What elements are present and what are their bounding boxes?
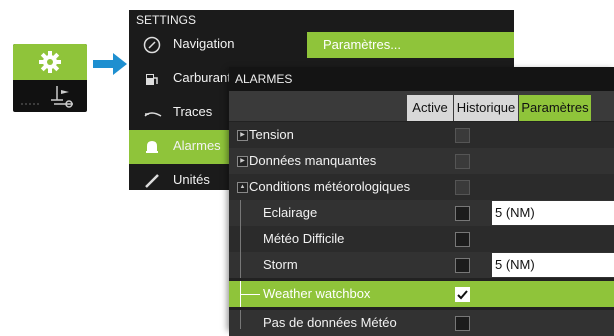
settings-tile[interactable] bbox=[13, 44, 87, 112]
arrow-right-icon bbox=[93, 53, 127, 75]
alarm-label: Tension bbox=[249, 127, 294, 142]
alarm-checkbox-checked[interactable] bbox=[455, 287, 470, 302]
alarm-label: Eclairage bbox=[263, 205, 318, 220]
alarms-title: ALARMES bbox=[235, 72, 293, 86]
tab-parameters[interactable]: Paramètres bbox=[519, 95, 591, 121]
alarms-dialog: ALARMES Active Historique Paramètres ▶ T… bbox=[229, 67, 614, 336]
settings-item-label: Unités bbox=[173, 172, 210, 187]
alarm-row-storm[interactable]: Storm 5 (NM) bbox=[229, 252, 614, 278]
submenu-label: Paramètres... bbox=[323, 37, 402, 52]
alarm-label: Weather watchbox bbox=[263, 286, 371, 301]
tree-branch bbox=[240, 294, 260, 295]
alarm-row-weather[interactable]: ▲ Conditions météorologiques bbox=[229, 174, 614, 200]
alarm-checkbox bbox=[455, 180, 470, 195]
alarm-label: Météo Difficile bbox=[263, 231, 345, 246]
settings-item-navigation[interactable]: Navigation bbox=[129, 28, 307, 62]
alarm-label: Pas de données Météo bbox=[263, 315, 397, 330]
alarm-row-severe-weather[interactable]: Météo Difficile bbox=[229, 226, 614, 252]
tree-line bbox=[240, 226, 241, 252]
alarm-row-no-weather-data[interactable]: Pas de données Météo bbox=[229, 310, 614, 336]
alarm-checkbox[interactable] bbox=[455, 232, 470, 247]
tree-line bbox=[240, 310, 241, 329]
settings-title: SETTINGS bbox=[136, 13, 197, 27]
settings-item-label: Carburant bbox=[173, 70, 231, 85]
settings-tile-header bbox=[13, 44, 87, 80]
settings-item-label: Navigation bbox=[173, 36, 235, 51]
chart-preview-icon bbox=[21, 86, 73, 108]
alarm-row-tension[interactable]: ▶ Tension bbox=[229, 122, 614, 148]
expand-icon[interactable]: ▶ bbox=[237, 130, 248, 141]
fuel-icon bbox=[146, 74, 158, 85]
alarm-label: Storm bbox=[263, 257, 298, 272]
ruler-icon bbox=[145, 174, 159, 188]
alarm-label: Conditions météorologiques bbox=[249, 179, 411, 194]
alarms-header: ALARMES bbox=[229, 67, 614, 91]
tree-line bbox=[240, 200, 241, 226]
alarm-row-lightning[interactable]: Eclairage 5 (NM) bbox=[229, 200, 614, 226]
expand-icon[interactable]: ▶ bbox=[237, 156, 248, 167]
alarm-row-weather-watchbox[interactable]: Weather watchbox bbox=[229, 281, 614, 307]
settings-item-label: Alarmes bbox=[173, 138, 221, 153]
checkmark-icon bbox=[457, 290, 468, 300]
alarm-value-field[interactable]: 5 (NM) bbox=[492, 201, 614, 225]
alarm-checkbox bbox=[455, 128, 470, 143]
collapse-icon[interactable]: ▲ bbox=[237, 182, 248, 193]
compass-icon bbox=[143, 36, 161, 54]
settings-submenu-parametres[interactable]: Paramètres... bbox=[307, 32, 514, 58]
gear-icon bbox=[39, 51, 61, 73]
tree-line bbox=[240, 252, 241, 278]
alarms-tabbar: Active Historique Paramètres bbox=[229, 91, 614, 121]
alarm-checkbox[interactable] bbox=[455, 206, 470, 221]
settings-item-label: Traces bbox=[173, 104, 213, 119]
tab-history[interactable]: Historique bbox=[454, 95, 518, 121]
alarm-label: Données manquantes bbox=[249, 153, 377, 168]
alarm-checkbox[interactable] bbox=[455, 258, 470, 273]
bell-icon bbox=[146, 141, 158, 153]
tracks-icon bbox=[144, 112, 162, 117]
alarm-row-missing-data[interactable]: ▶ Données manquantes bbox=[229, 148, 614, 174]
tab-active[interactable]: Active bbox=[407, 95, 453, 121]
alarm-checkbox bbox=[455, 154, 470, 169]
alarm-value-field[interactable]: 5 (NM) bbox=[492, 253, 614, 277]
